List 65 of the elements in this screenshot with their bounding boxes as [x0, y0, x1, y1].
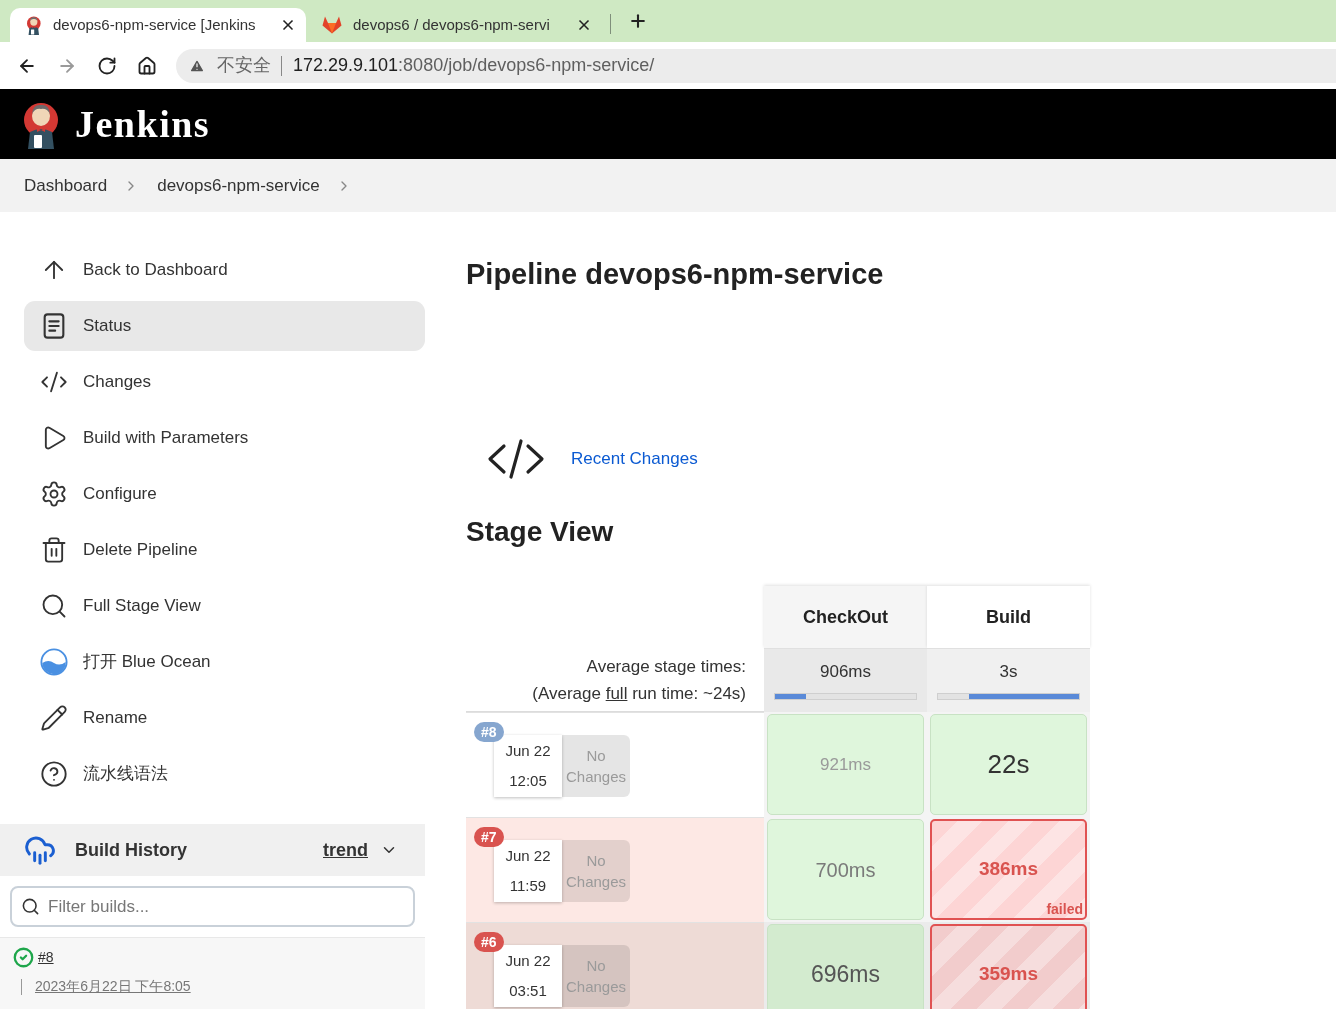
stage-view-title: Stage View	[466, 515, 615, 549]
full-link[interactable]: full	[605, 683, 628, 703]
close-icon[interactable]	[576, 17, 592, 33]
build-number-link[interactable]: #8	[38, 947, 54, 968]
reload-icon[interactable]	[97, 55, 117, 76]
build-badge[interactable]: #7	[474, 827, 504, 847]
sidebar-item[interactable]: Configure	[24, 469, 425, 519]
stage-cell[interactable]: 696ms	[767, 924, 924, 1009]
recent-changes-link[interactable]: Recent Changes	[571, 446, 698, 472]
build-badge[interactable]: #6	[474, 932, 504, 952]
average-stage-times-label: Average stage times:	[586, 655, 746, 678]
cloud-rain-icon	[24, 834, 56, 866]
run-date: Jun 22	[505, 741, 551, 761]
run-date: Jun 22	[505, 846, 551, 866]
build-history-title: Build History	[75, 838, 188, 862]
jenkins-title[interactable]: Jenkins	[75, 105, 211, 143]
sidebar-item[interactable]: 流水线语法	[24, 749, 425, 799]
stage-header: CheckOut	[764, 586, 927, 648]
changes-note: No Changes	[562, 840, 630, 902]
build-date-link[interactable]: 2023年6月22日 下午8:05	[35, 976, 191, 997]
fox-icon	[322, 16, 342, 34]
trash-icon	[40, 536, 68, 564]
warning-icon	[189, 57, 205, 74]
url-text: 172.29.9.101:8080/job/devops6-npm-service/	[293, 54, 655, 77]
settings-icon	[40, 480, 68, 508]
browser-tab[interactable]: devops6 / devops6-npm-servi	[306, 8, 602, 42]
help-icon	[40, 760, 68, 788]
security-label: 不安全	[217, 54, 271, 77]
code-icon	[487, 438, 545, 480]
sidebar-item[interactable]: Changes	[24, 357, 425, 407]
sidebar-item[interactable]: Full Stage View	[24, 581, 425, 631]
sidebar-item[interactable]: Status	[24, 301, 425, 351]
home-icon[interactable]	[137, 55, 157, 76]
run-time: 03:51	[509, 981, 547, 1001]
sidebar-item[interactable]: Delete Pipeline	[24, 525, 425, 575]
breadcrumb-link[interactable]: devops6-npm-service	[157, 172, 320, 199]
mascot-icon	[26, 15, 42, 35]
average-time: 906ms	[820, 661, 871, 683]
search-icon	[21, 897, 40, 916]
breadcrumb-link[interactable]: Dashboard	[24, 172, 108, 199]
search-icon	[40, 592, 68, 620]
close-icon[interactable]	[280, 17, 296, 33]
sidebar-item[interactable]: 打开 Blue Ocean	[24, 637, 425, 687]
average-time: 3s	[999, 661, 1018, 683]
stage-cell[interactable]: 22s	[930, 714, 1087, 815]
run-time: 12:05	[509, 771, 547, 791]
failed-label: failed	[1046, 901, 1083, 917]
sidebar-item[interactable]: Rename	[24, 693, 425, 743]
run-date: Jun 22	[505, 951, 551, 971]
changes-note: No Changes	[562, 945, 630, 1007]
trend-link[interactable]: trend	[323, 836, 368, 864]
browser-tab[interactable]: devops6-npm-service [Jenkins	[10, 8, 306, 42]
changes-note: No Changes	[562, 735, 630, 797]
new-tab-icon[interactable]	[628, 11, 648, 31]
filter-field[interactable]: Filter builds...	[10, 886, 415, 927]
address-bar[interactable]: 不安全 172.29.9.101:8080/job/devops6-npm-service/	[176, 48, 1336, 83]
sidebar-item[interactable]: Back to Dashboard	[24, 245, 425, 295]
pencil-icon	[40, 704, 68, 732]
average-run-time-text: (Average full run time: ~24s)	[532, 682, 746, 705]
stage-cell[interactable]: 700ms	[767, 819, 924, 920]
ocean-wave-icon	[40, 648, 68, 676]
sidebar-item[interactable]: Build with Parameters	[24, 413, 425, 463]
page-title: Pipeline devops6-npm-service	[466, 257, 885, 292]
run-time: 11:59	[509, 876, 547, 896]
stage-header: Build	[927, 586, 1090, 648]
